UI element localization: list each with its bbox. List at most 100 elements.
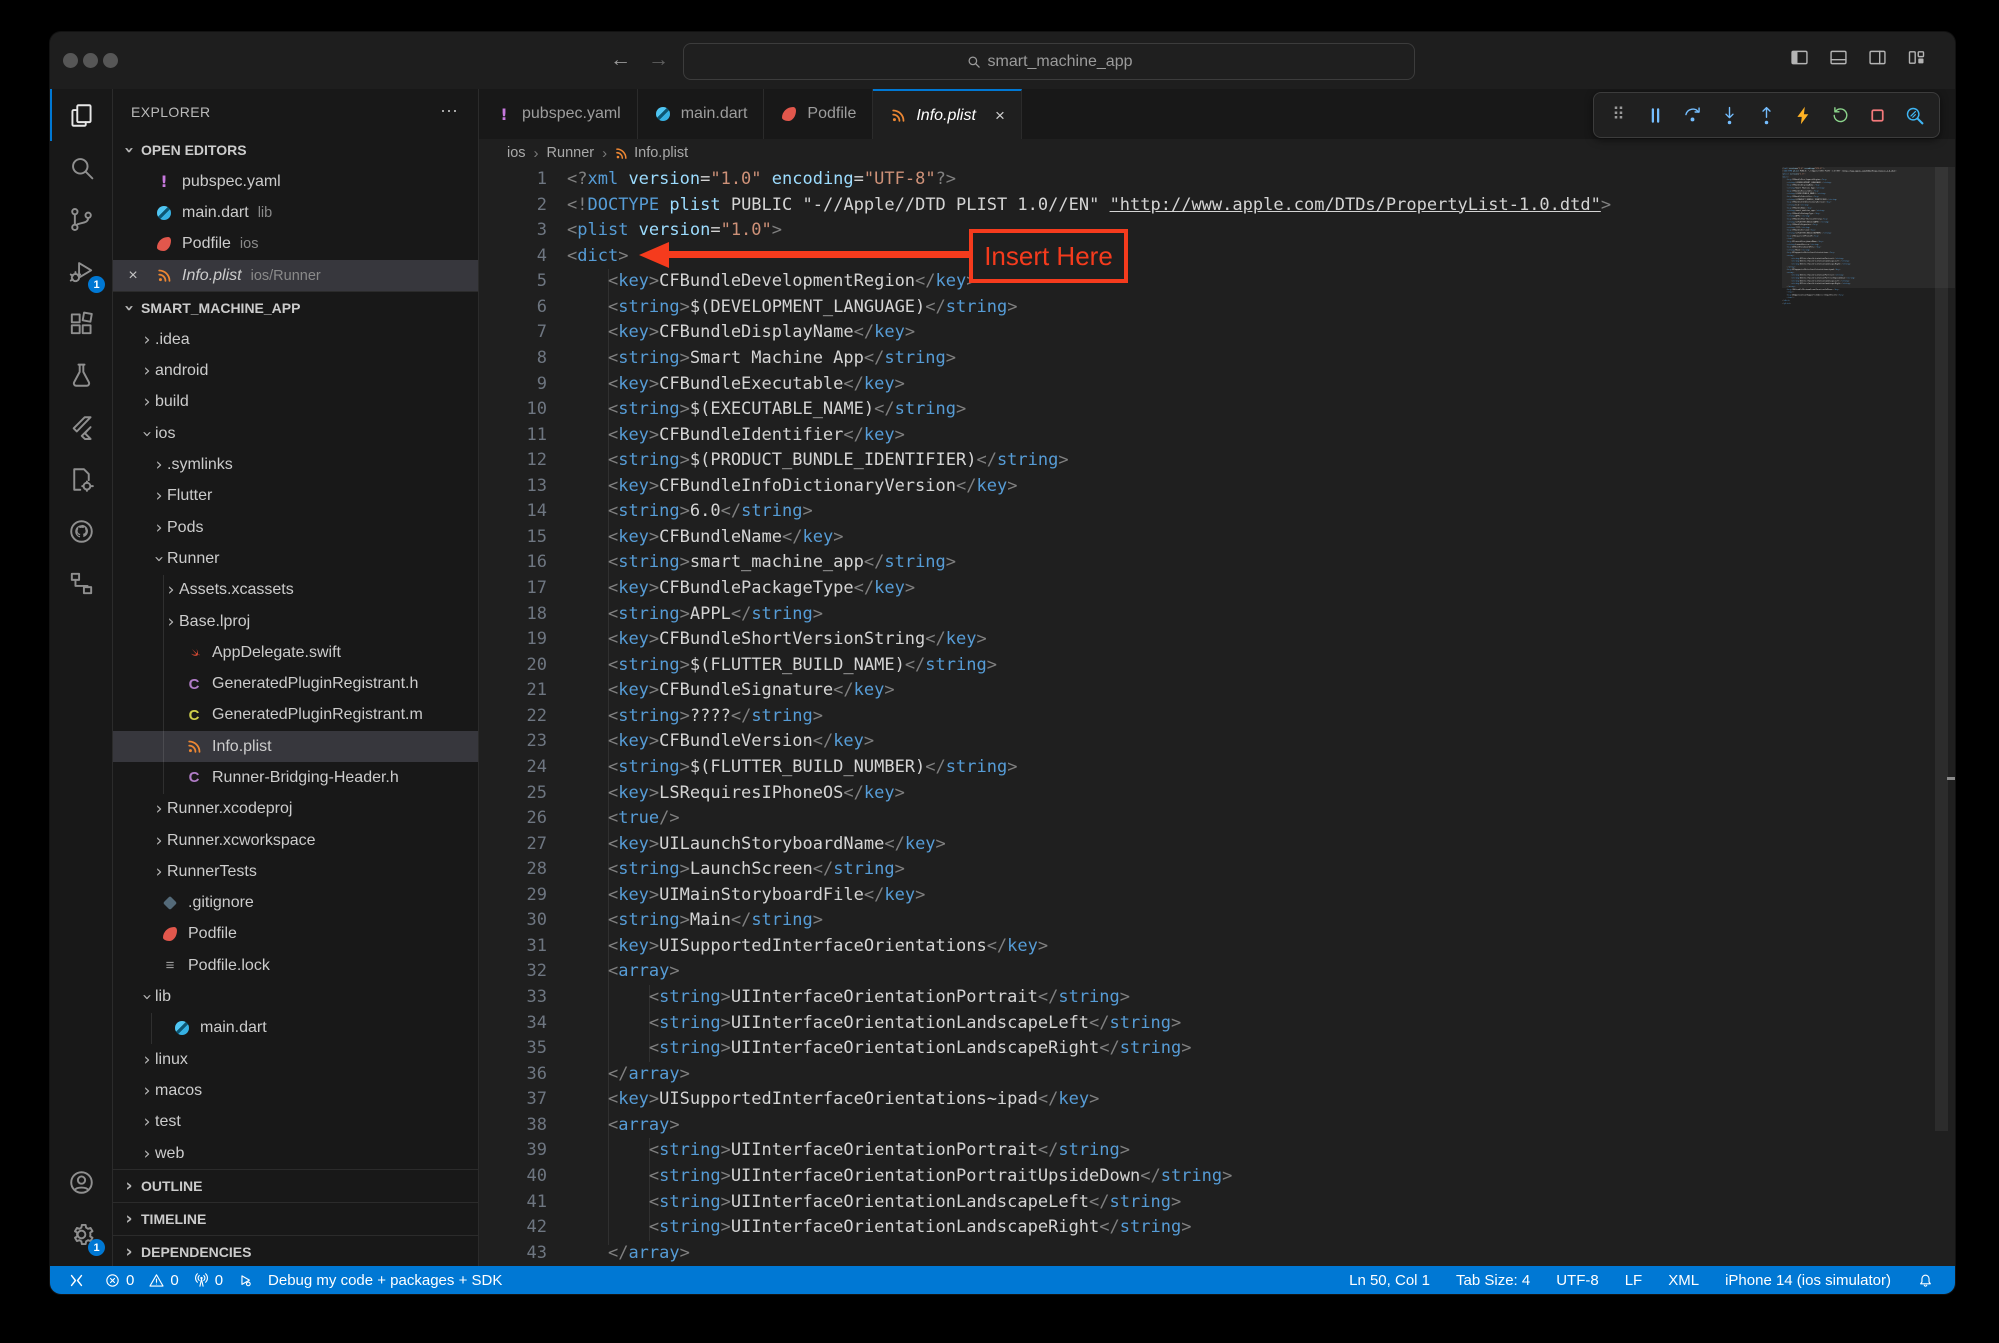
code-line-41[interactable]: 41 <string>UIInterfaceOrientationLandsca…: [479, 1190, 1955, 1216]
debug-step-into-button[interactable]: [1713, 98, 1746, 132]
debug-restart-button[interactable]: [1824, 98, 1857, 132]
code-line-21[interactable]: 21 <key>CFBundleSignature</key>: [479, 678, 1955, 704]
activity-references-button[interactable]: [50, 557, 112, 609]
debug-config-icon-item[interactable]: [230, 1266, 261, 1294]
activity-source-control-button[interactable]: [50, 193, 112, 245]
debug-gripper-button[interactable]: ⠿: [1602, 98, 1635, 132]
navigate-forward-button[interactable]: →: [648, 48, 669, 72]
tree-item-web[interactable]: ›web: [113, 1138, 478, 1169]
code-line-3[interactable]: 3<plist version="1.0">: [479, 218, 1955, 244]
code-line-29[interactable]: 29 <key>UIMainStoryboardFile</key>: [479, 883, 1955, 909]
open-editor-Info.plist[interactable]: ×Info.plistios/Runner: [113, 260, 478, 291]
code-line-38[interactable]: 38 <array>: [479, 1113, 1955, 1139]
tree-item-main.dart[interactable]: main.dart: [113, 1013, 478, 1044]
code-line-22[interactable]: 22 <string>????</string>: [479, 704, 1955, 730]
customize-layout-button[interactable]: [1906, 47, 1927, 68]
tree-item-Podfile.lock[interactable]: ≡Podfile.lock: [113, 950, 478, 981]
tree-item-lib[interactable]: ›lib: [113, 981, 478, 1012]
code-line-43[interactable]: 43 </array>: [479, 1241, 1955, 1266]
encoding[interactable]: UTF-8: [1549, 1266, 1606, 1294]
more-actions-icon[interactable]: ⋯: [440, 101, 460, 122]
toggle-secondary-sidebar-button[interactable]: [1867, 47, 1888, 68]
tree-item-AppDelegate.swift[interactable]: AppDelegate.swift: [113, 637, 478, 668]
section-dependencies[interactable]: ›DEPENDENCIES: [113, 1235, 478, 1266]
code-line-10[interactable]: 10 <string>$(EXECUTABLE_NAME)</string>: [479, 397, 1955, 423]
code-line-42[interactable]: 42 <string>UIInterfaceOrientationLandsca…: [479, 1215, 1955, 1241]
tab-Podfile[interactable]: Podfile: [764, 89, 873, 139]
tab-main.dart[interactable]: main.dart: [638, 89, 765, 139]
code-line-15[interactable]: 15 <key>CFBundleName</key>: [479, 525, 1955, 551]
code-line-17[interactable]: 17 <key>CFBundlePackageType</key>: [479, 576, 1955, 602]
tree-item-.idea[interactable]: ›.idea: [113, 324, 478, 355]
toggle-panel-button[interactable]: [1828, 47, 1849, 68]
code-line-34[interactable]: 34 <string>UIInterfaceOrientationLandsca…: [479, 1011, 1955, 1037]
tree-item-ios[interactable]: ›ios: [113, 418, 478, 449]
remote-indicator[interactable]: [56, 1266, 97, 1294]
vertical-scrollbar[interactable]: [1935, 167, 1948, 1131]
tree-item-Flutter[interactable]: ›Flutter: [113, 481, 478, 512]
code-line-7[interactable]: 7 <key>CFBundleDisplayName</key>: [479, 320, 1955, 346]
debug-pause-button[interactable]: [1639, 98, 1672, 132]
code-line-16[interactable]: 16 <string>smart_machine_app</string>: [479, 550, 1955, 576]
code-line-33[interactable]: 33 <string>UIInterfaceOrientationPortrai…: [479, 985, 1955, 1011]
code-line-11[interactable]: 11 <key>CFBundleIdentifier</key>: [479, 423, 1955, 449]
open-editor-main.dart[interactable]: main.dartlib: [113, 197, 478, 228]
code-line-27[interactable]: 27 <key>UILaunchStoryboardName</key>: [479, 832, 1955, 858]
cursor-position[interactable]: Ln 50, Col 1: [1342, 1266, 1437, 1294]
code-line-6[interactable]: 6 <string>$(DEVELOPMENT_LANGUAGE)</strin…: [479, 295, 1955, 321]
navigate-back-button[interactable]: ←: [610, 48, 631, 72]
code-line-5[interactable]: 5 <key>CFBundleDevelopmentRegion</key>: [479, 269, 1955, 295]
code-line-37[interactable]: 37 <key>UISupportedInterfaceOrientations…: [479, 1087, 1955, 1113]
flutter-device[interactable]: iPhone 14 (ios simulator): [1718, 1266, 1898, 1294]
debug-flutter-inspector-button[interactable]: [1898, 98, 1931, 132]
code-line-2[interactable]: 2<!DOCTYPE plist PUBLIC "-//Apple//DTD P…: [479, 193, 1955, 219]
code-line-35[interactable]: 35 <string>UIInterfaceOrientationLandsca…: [479, 1036, 1955, 1062]
breadcrumb-Runner[interactable]: Runner: [547, 145, 595, 161]
code-line-9[interactable]: 9 <key>CFBundleExecutable</key>: [479, 372, 1955, 398]
zoom-window-button[interactable]: [103, 53, 118, 68]
section-outline[interactable]: ›OUTLINE: [113, 1169, 478, 1202]
tree-item-Pods[interactable]: ›Pods: [113, 512, 478, 543]
code-line-28[interactable]: 28 <string>LaunchScreen</string>: [479, 857, 1955, 883]
activity-explorer-button[interactable]: [50, 89, 112, 141]
code-line-13[interactable]: 13 <key>CFBundleInfoDictionaryVersion</k…: [479, 474, 1955, 500]
forwarded-ports[interactable]: 0: [186, 1266, 230, 1294]
open-editors-header[interactable]: › OPEN EDITORS: [113, 134, 478, 166]
tree-item-linux[interactable]: ›linux: [113, 1044, 478, 1075]
open-editor-Podfile[interactable]: Podfileios: [113, 229, 478, 260]
tree-item-.symlinks[interactable]: ›.symlinks: [113, 449, 478, 480]
tree-item-Runner.xcodeproj[interactable]: ›Runner.xcodeproj: [113, 794, 478, 825]
activity-github-button[interactable]: [50, 505, 112, 557]
code-line-39[interactable]: 39 <string>UIInterfaceOrientationPortrai…: [479, 1138, 1955, 1164]
activity-project-manager-button[interactable]: [50, 453, 112, 505]
activity-flutter-button[interactable]: [50, 401, 112, 453]
code-line-24[interactable]: 24 <string>$(FLUTTER_BUILD_NUMBER)</stri…: [479, 755, 1955, 781]
eol[interactable]: LF: [1618, 1266, 1650, 1294]
code-line-23[interactable]: 23 <key>CFBundleVersion</key>: [479, 729, 1955, 755]
tree-item-Runner[interactable]: ›Runner: [113, 543, 478, 574]
close-icon[interactable]: ×: [995, 106, 1005, 126]
minimize-window-button[interactable]: [83, 53, 98, 68]
tree-item-build[interactable]: ›build: [113, 387, 478, 418]
debug-config[interactable]: Debug my code + packages + SDK: [261, 1266, 509, 1294]
tree-item-.gitignore[interactable]: .gitignore: [113, 888, 478, 919]
activity-testing-button[interactable]: [50, 349, 112, 401]
code-line-32[interactable]: 32 <array>: [479, 959, 1955, 985]
open-editor-pubspec.yaml[interactable]: !pubspec.yaml: [113, 166, 478, 197]
debug-stop-button[interactable]: [1861, 98, 1894, 132]
activity-accounts-button[interactable]: [50, 1156, 112, 1208]
tree-item-Runner-Bridging-Header.h[interactable]: CRunner-Bridging-Header.h: [113, 762, 478, 793]
tree-item-RunnerTests[interactable]: ›RunnerTests: [113, 856, 478, 887]
tree-item-test[interactable]: ›test: [113, 1107, 478, 1138]
code-line-18[interactable]: 18 <string>APPL</string>: [479, 602, 1955, 628]
indentation[interactable]: Tab Size: 4: [1449, 1266, 1537, 1294]
warnings-count[interactable]: 0: [141, 1266, 185, 1294]
breadcrumb-Info.plist[interactable]: Info.plist: [615, 145, 688, 161]
command-center-search[interactable]: smart_machine_app: [683, 43, 1415, 80]
code-line-40[interactable]: 40 <string>UIInterfaceOrientationPortrai…: [479, 1164, 1955, 1190]
debug-step-over-button[interactable]: [1676, 98, 1709, 132]
tree-item-Base.lproj[interactable]: ›Base.lproj: [113, 606, 478, 637]
code-line-12[interactable]: 12 <string>$(PRODUCT_BUNDLE_IDENTIFIER)<…: [479, 448, 1955, 474]
section-timeline[interactable]: ›TIMELINE: [113, 1202, 478, 1235]
minimap[interactable]: <?xml version="1.0" encoding="UTF-8"?><!…: [1782, 167, 1932, 1266]
